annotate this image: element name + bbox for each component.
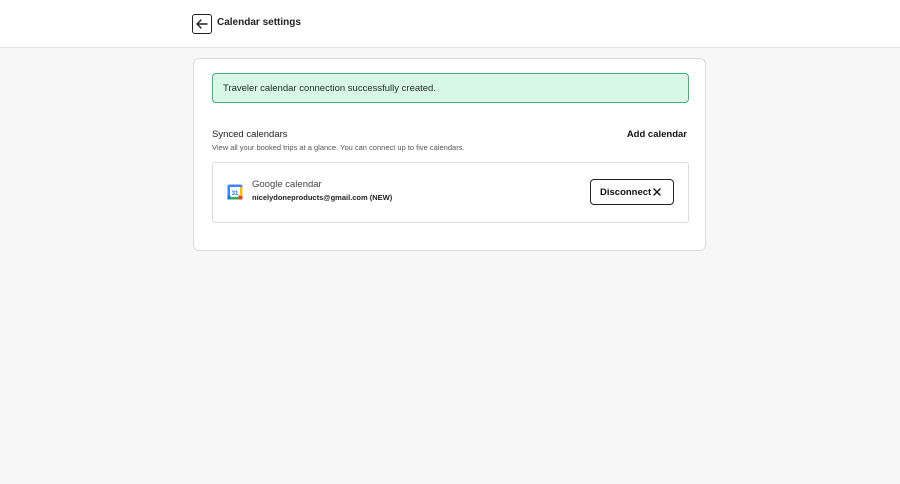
success-message: Traveler calendar connection successfull… [223,83,436,94]
section-title: Synced calendars [212,129,288,140]
calendar-name: Google calendar [252,179,322,190]
close-icon [653,188,661,196]
google-calendar-icon: 31 [227,184,243,200]
calendar-day-label: 31 [232,191,239,197]
add-calendar-button[interactable]: Add calendar [627,129,687,140]
calendar-email: nicelydoneproducts@gmail.com (NEW) [252,193,393,202]
arrow-left-icon [196,19,208,29]
disconnect-button[interactable]: Disconnect [590,179,674,205]
success-banner: Traveler calendar connection successfull… [212,73,689,103]
disconnect-label: Disconnect [600,186,652,198]
section-description: View all your booked trips at a glance. … [212,143,465,152]
top-bar: Calendar settings [0,0,900,48]
calendar-connection-item: 31 Google calendar nicelydoneproducts@gm… [212,162,689,223]
settings-card: Traveler calendar connection successfull… [193,58,706,251]
page-title: Calendar settings [217,17,301,28]
back-button[interactable] [192,14,212,34]
